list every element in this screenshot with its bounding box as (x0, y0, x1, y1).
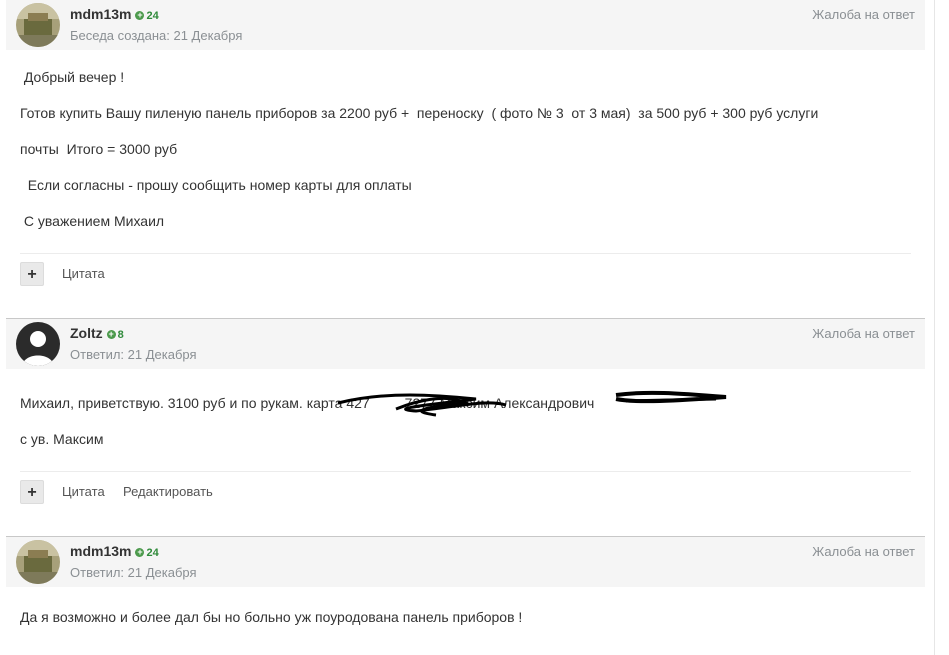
quote-link[interactable]: Цитата (62, 266, 105, 281)
post-line: Если согласны - прошу сообщить номер кар… (20, 177, 412, 193)
avatar[interactable] (16, 322, 60, 366)
user-silhouette-icon (16, 322, 60, 366)
post: mdm13m +24 Беседа создана: 21 Декабря Жал… (6, 0, 925, 302)
post-header: mdm13m +24 Ответил: 21 Декабря Жалоба на … (6, 537, 925, 587)
reputation-badge: +24 (135, 10, 159, 22)
redaction-scribble (337, 390, 727, 417)
post-line: Готов купить Вашу пиленую панель приборо… (20, 105, 819, 121)
author-name[interactable]: Zoltz +8 (70, 325, 124, 341)
author-name[interactable]: mdm13m +24 (70, 543, 159, 559)
author-link[interactable]: Zoltz (70, 325, 103, 341)
reputation-badge: +8 (106, 329, 124, 341)
edit-link[interactable]: Редактировать (123, 484, 213, 499)
post-header: mdm13m +24 Беседа создана: 21 Декабря Жал… (6, 0, 925, 50)
post: mdm13m +24 Ответил: 21 Декабря Жалоба на … (6, 536, 925, 635)
post-line: почты Итого = 3000 руб (20, 141, 178, 157)
post-meta: Ответил: 21 Декабря (70, 565, 197, 580)
quote-link[interactable]: Цитата (62, 484, 105, 499)
post-line: Добрый вечер ! (20, 69, 125, 85)
author-link[interactable]: mdm13m (70, 6, 131, 22)
reputation-badge: +24 (135, 547, 159, 559)
multiquote-plus-button[interactable]: + (20, 262, 44, 286)
reputation-value: 24 (146, 547, 159, 559)
post: Zoltz +8 Ответил: 21 Декабря Жалоба на от… (6, 318, 925, 520)
multiquote-plus-button[interactable]: + (20, 480, 44, 504)
post-body: Да я возможно и более дал бы но больно у… (6, 587, 925, 635)
post-meta: Беседа создана: 21 Декабря (70, 28, 243, 43)
post-line: с ув. Максим (20, 431, 104, 447)
post-line: Да я возможно и более дал бы но больно у… (20, 609, 523, 625)
report-link[interactable]: Жалоба на ответ (812, 7, 915, 22)
report-link[interactable]: Жалоба на ответ (812, 326, 915, 341)
avatar[interactable] (16, 540, 60, 584)
plus-circle-icon: + (135, 10, 145, 20)
post-body: Михаил, приветствую. 3100 руб и по рукам… (6, 369, 925, 457)
author-name[interactable]: mdm13m +24 (70, 6, 159, 22)
reputation-value: 24 (146, 10, 159, 22)
post-actions: + Цитата (6, 254, 925, 302)
post-meta: Ответил: 21 Декабря (70, 347, 197, 362)
report-link[interactable]: Жалоба на ответ (812, 544, 915, 559)
page-scroll-gutter (934, 0, 949, 655)
post-line: С уважением Михаил (20, 213, 165, 229)
post-body: Добрый вечер ! Готов купить Вашу пиленую… (6, 50, 925, 239)
reputation-value: 8 (117, 329, 124, 341)
avatar[interactable] (16, 3, 60, 47)
post-actions: + Цитата Редактировать (6, 472, 925, 520)
plus-circle-icon: + (135, 547, 145, 557)
plus-circle-icon: + (106, 329, 116, 339)
post-header: Zoltz +8 Ответил: 21 Декабря Жалоба на от… (6, 319, 925, 369)
author-link[interactable]: mdm13m (70, 543, 131, 559)
